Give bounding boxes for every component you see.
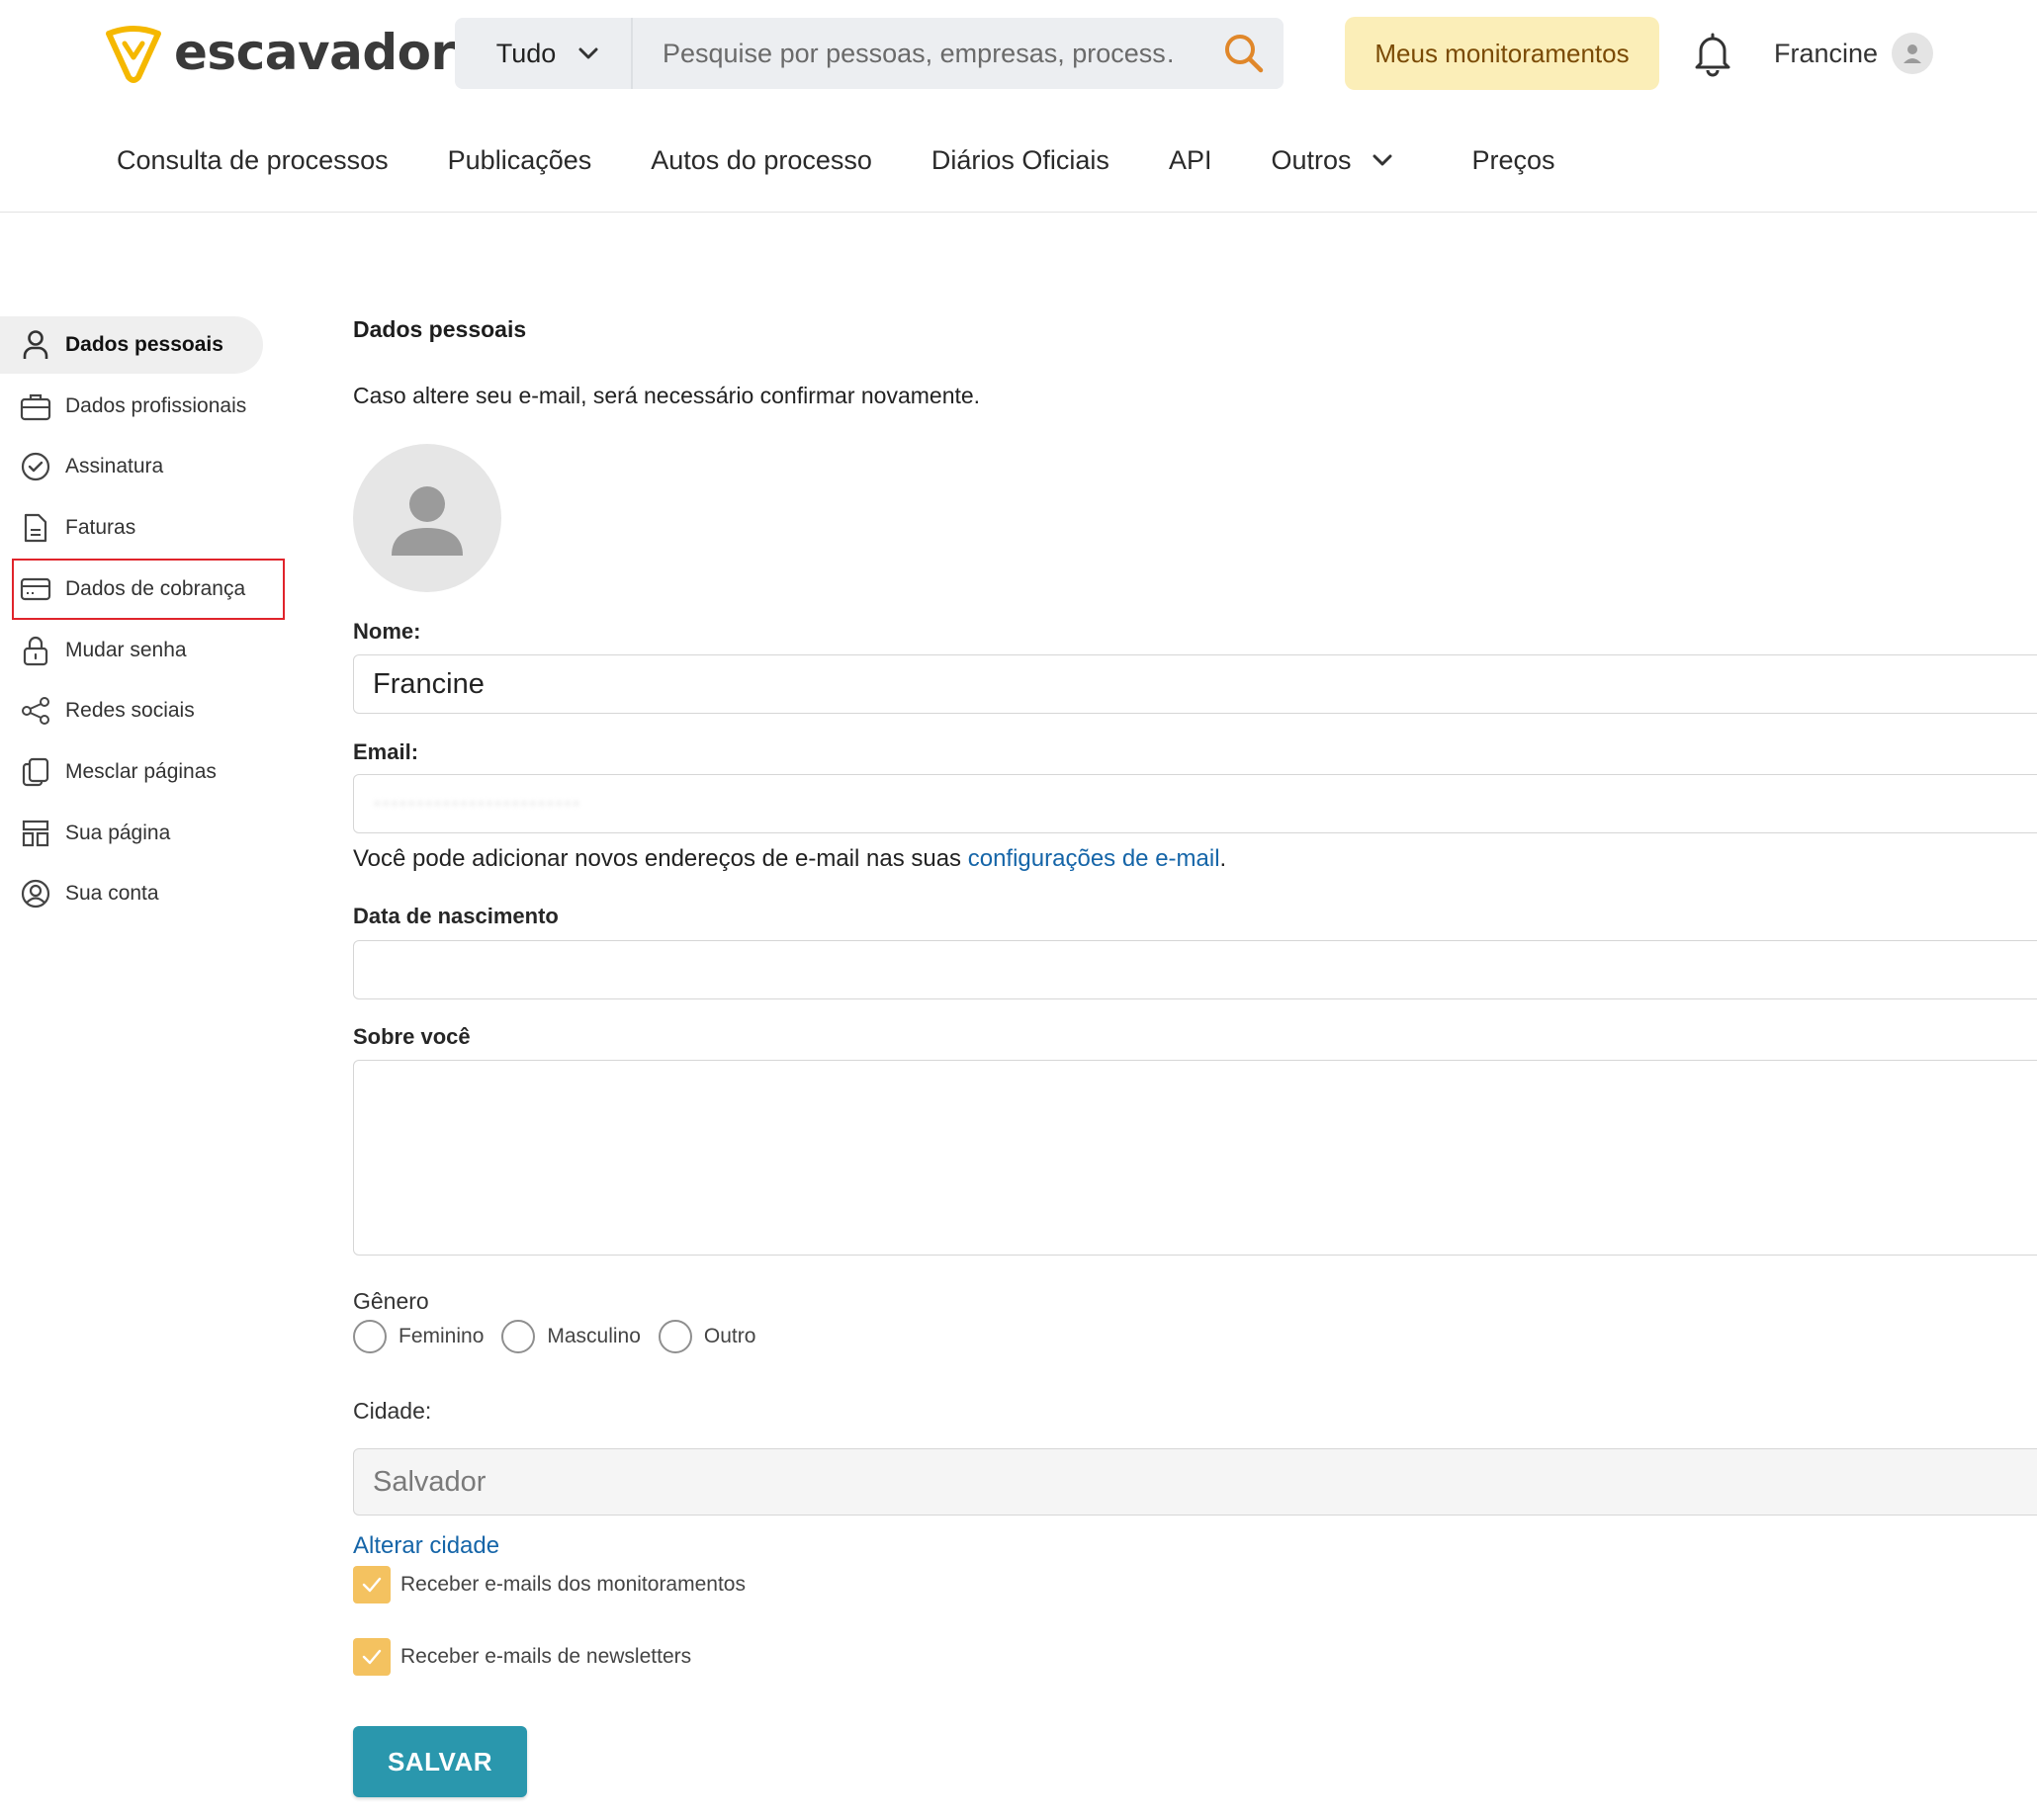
- nav-precos[interactable]: Preços: [1472, 145, 1555, 176]
- search-scope-dropdown[interactable]: Tudo: [455, 18, 633, 89]
- user-avatar-icon: [392, 486, 463, 556]
- gender-radio-group: Feminino Masculino Outro: [353, 1320, 773, 1353]
- user-avatar-icon: [1904, 44, 1922, 63]
- monitoring-button[interactable]: Meus monitoramentos: [1345, 17, 1659, 90]
- sidebar-item-label: Sua página: [65, 822, 171, 844]
- copy-icon: [22, 757, 49, 787]
- about-textarea[interactable]: [353, 1060, 2037, 1256]
- gender-label: Gênero: [353, 1288, 429, 1314]
- credit-card-icon: [20, 577, 51, 601]
- search-scope-label: Tudo: [495, 38, 557, 68]
- sidebar-item-label: Mudar senha: [65, 639, 187, 661]
- nav-consulta-de-processos[interactable]: Consulta de processos: [117, 145, 389, 176]
- checkmark-icon: [362, 1649, 382, 1665]
- change-city-link[interactable]: Alterar cidade: [353, 1532, 499, 1560]
- checkmark-icon: [362, 1577, 382, 1593]
- badge-check-icon: [21, 452, 50, 481]
- nav-outros-label: Outros: [1271, 144, 1352, 175]
- sidebar-item-label: Mesclar páginas: [65, 760, 217, 783]
- gender-option-masculino[interactable]: Masculino: [501, 1320, 641, 1353]
- chevron-down-icon: [578, 47, 598, 59]
- nav-autos-do-processo[interactable]: Autos do processo: [651, 145, 872, 176]
- name-field[interactable]: Francine: [353, 654, 2037, 714]
- city-value: Salvador: [373, 1465, 487, 1498]
- user-name: Francine: [1774, 38, 1879, 68]
- sidebar-item-label: Dados de cobrança: [65, 577, 246, 600]
- email-label: Email:: [353, 739, 419, 764]
- search-button[interactable]: [1204, 18, 1284, 89]
- sidebar-item-mesclar-paginas[interactable]: Mesclar páginas: [0, 743, 263, 801]
- radio-label: Outro: [703, 1325, 756, 1347]
- save-button[interactable]: SALVAR: [353, 1726, 527, 1797]
- main-nav: Consulta de processos Publicações Autos …: [117, 138, 1615, 182]
- city-field: Salvador: [353, 1448, 2037, 1516]
- radio-label: Masculino: [547, 1325, 641, 1347]
- user-menu[interactable]: Francine: [1774, 30, 1934, 77]
- newsletter-emails-checkbox[interactable]: [353, 1638, 391, 1676]
- radio-button[interactable]: [658, 1320, 692, 1353]
- search-bar: Tudo: [455, 18, 1284, 89]
- nav-api[interactable]: API: [1169, 145, 1212, 176]
- lock-icon: [23, 636, 48, 666]
- name-label: Nome:: [353, 619, 421, 644]
- radio-button[interactable]: [353, 1320, 387, 1353]
- radio-label: Feminino: [399, 1325, 485, 1347]
- sidebar-item-sua-conta[interactable]: Sua conta: [0, 865, 263, 922]
- sidebar-item-dados-pessoais[interactable]: Dados pessoais: [0, 316, 263, 374]
- gender-option-outro[interactable]: Outro: [658, 1320, 756, 1353]
- birthdate-field[interactable]: [353, 940, 2037, 999]
- nav-diarios-oficiais[interactable]: Diários Oficiais: [931, 145, 1109, 176]
- sidebar-item-faturas[interactable]: Faturas: [0, 499, 263, 557]
- checkbox-label: Receber e-mails de newsletters: [400, 1645, 692, 1668]
- logo-mark-icon: [106, 26, 161, 83]
- sidebar-item-label: Assinatura: [65, 455, 164, 477]
- sidebar-item-label: Faturas: [65, 516, 136, 539]
- name-value: Francine: [373, 667, 485, 700]
- user-circle-icon: [21, 879, 50, 909]
- gender-option-feminino[interactable]: Feminino: [353, 1320, 484, 1353]
- sidebar-item-mudar-senha[interactable]: Mudar senha: [0, 622, 263, 679]
- logo-text: escavador: [174, 24, 455, 81]
- share-icon: [22, 697, 49, 725]
- sidebar-item-assinatura[interactable]: Assinatura: [0, 438, 263, 495]
- document-icon: [24, 513, 47, 543]
- sidebar-item-dados-de-cobranca[interactable]: Dados de cobrança: [12, 559, 285, 620]
- email-value-redacted: ••••••••••••••••••••••••: [373, 789, 581, 818]
- escavador-logo[interactable]: escavador: [103, 20, 455, 85]
- radio-button[interactable]: [501, 1320, 536, 1353]
- page-title: Dados pessoais: [353, 316, 527, 342]
- email-help-prefix: Você pode adicionar novos endereços de e…: [353, 845, 968, 872]
- briefcase-icon: [20, 393, 51, 421]
- sidebar-item-label: Redes sociais: [65, 699, 195, 722]
- sidebar-item-redes-sociais[interactable]: Redes sociais: [0, 682, 263, 739]
- birthdate-label: Data de nascimento: [353, 904, 559, 928]
- sidebar-item-label: Dados profissionais: [65, 394, 247, 417]
- monitoring-emails-option[interactable]: Receber e-mails dos monitoramentos: [353, 1566, 746, 1603]
- search-icon: [1225, 35, 1264, 73]
- sidebar-item-sua-pagina[interactable]: Sua página: [0, 805, 263, 862]
- email-field[interactable]: ••••••••••••••••••••••••: [353, 774, 2037, 833]
- nav-outros[interactable]: Outros: [1271, 145, 1392, 176]
- profile-photo[interactable]: [353, 444, 501, 592]
- search-input[interactable]: [633, 18, 1204, 89]
- about-label: Sobre você: [353, 1024, 471, 1049]
- email-help-text: Você pode adicionar novos endereços de e…: [353, 845, 1226, 873]
- newsletter-emails-option[interactable]: Receber e-mails de newsletters: [353, 1638, 691, 1676]
- email-help-suffix: .: [1219, 845, 1227, 872]
- chevron-down-icon: [1373, 154, 1391, 166]
- user-icon: [23, 330, 48, 359]
- avatar: [1892, 33, 1934, 74]
- email-settings-link[interactable]: configurações de e-mail: [968, 845, 1220, 872]
- nav-publicacoes[interactable]: Publicações: [448, 145, 592, 176]
- email-change-notice: Caso altere seu e-mail, será necessário …: [353, 383, 981, 408]
- notification-bell-icon[interactable]: [1691, 30, 1734, 77]
- layout-icon: [22, 820, 49, 847]
- sidebar-item-label: Dados pessoais: [65, 333, 223, 356]
- sidebar-item-dados-profissionais[interactable]: Dados profissionais: [0, 378, 263, 435]
- checkbox-label: Receber e-mails dos monitoramentos: [400, 1573, 746, 1596]
- city-label: Cidade:: [353, 1398, 432, 1424]
- top-header: escavador Tudo Meus monitoramentos Franc…: [0, 0, 2037, 213]
- monitoring-emails-checkbox[interactable]: [353, 1566, 391, 1603]
- sidebar-item-label: Sua conta: [65, 882, 159, 905]
